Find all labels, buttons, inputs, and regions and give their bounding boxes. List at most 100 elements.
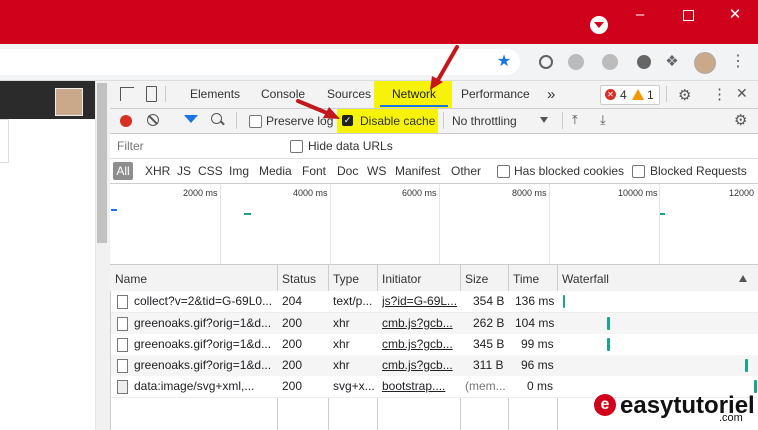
- extension-circle-icon[interactable]: [634, 52, 654, 72]
- has-blocked-cookies-label: Has blocked cookies: [514, 164, 625, 178]
- tab-sources[interactable]: Sources: [327, 81, 371, 108]
- request-name[interactable]: data:image/svg+xml,...: [134, 376, 276, 397]
- browser-menu-icon[interactable]: ⋮: [728, 52, 748, 72]
- column-header-status[interactable]: Status: [282, 272, 316, 286]
- column-header-size[interactable]: Size: [465, 272, 488, 286]
- disable-cache-label: Disable cache: [360, 114, 436, 128]
- preserve-log-checkbox[interactable]: [249, 115, 262, 128]
- extensions-puzzle-icon[interactable]: ❖: [662, 52, 682, 72]
- type-filter-manifest[interactable]: Manifest: [395, 164, 440, 178]
- profile-menu-icon[interactable]: [590, 16, 608, 34]
- scrollbar-thumb[interactable]: [97, 83, 107, 243]
- blocked-requests-label: Blocked Requests: [650, 164, 747, 178]
- timeline-tick-label: 6000 ms: [402, 188, 437, 198]
- column-header-time[interactable]: Time: [513, 272, 539, 286]
- filter-icon[interactable]: [184, 115, 198, 123]
- extension-s2-icon[interactable]: [600, 52, 620, 72]
- request-type: xhr: [333, 316, 350, 330]
- type-filter-doc[interactable]: Doc: [337, 164, 358, 178]
- request-size: 354 B: [473, 294, 505, 308]
- type-filter-all[interactable]: All: [113, 162, 133, 180]
- extension-icon[interactable]: [536, 52, 556, 72]
- inspect-element-icon[interactable]: [120, 87, 134, 101]
- export-har-icon[interactable]: ⤓: [600, 112, 606, 128]
- request-size: 311 B: [473, 358, 504, 372]
- request-time: 99 ms: [521, 337, 554, 351]
- tab-elements[interactable]: Elements: [190, 81, 240, 108]
- network-settings-icon[interactable]: ⚙: [734, 111, 747, 129]
- timeline-gridline: [330, 184, 331, 264]
- devtools-menu-icon[interactable]: ⋮: [712, 85, 727, 103]
- document-icon: [117, 380, 128, 394]
- bookmark-star-icon[interactable]: ★: [494, 52, 514, 72]
- column-header-initiator[interactable]: Initiator: [382, 272, 421, 286]
- hide-data-urls-label: Hide data URLs: [308, 139, 393, 153]
- request-status: 204: [282, 294, 303, 308]
- warning-count: 1: [647, 88, 654, 102]
- column-header-name[interactable]: Name: [115, 272, 147, 286]
- page-avatar[interactable]: [55, 88, 83, 116]
- hide-data-urls-checkbox[interactable]: [290, 140, 303, 153]
- request-initiator[interactable]: bootstrap....: [382, 376, 458, 397]
- has-blocked-cookies-checkbox[interactable]: [497, 165, 510, 178]
- request-time: 136 ms: [515, 294, 555, 308]
- divider: [165, 86, 166, 102]
- more-tabs-icon[interactable]: »: [547, 81, 555, 108]
- device-toolbar-icon[interactable]: [146, 86, 157, 102]
- error-icon: ✕: [605, 89, 616, 100]
- tab-performance[interactable]: Performance: [461, 81, 530, 108]
- import-har-icon[interactable]: ⤒: [572, 112, 578, 128]
- request-size: 262 B: [473, 316, 505, 330]
- request-status: 200: [282, 316, 303, 330]
- request-initiator[interactable]: cmb.js?gcb...: [382, 334, 458, 355]
- request-name[interactable]: greenoaks.gif?orig=1&d...: [134, 355, 276, 376]
- document-icon: [117, 317, 128, 331]
- type-filter-img[interactable]: Img: [229, 164, 249, 178]
- timeline-gridline: [549, 184, 550, 264]
- request-initiator[interactable]: js?id=G-69L...: [382, 291, 458, 312]
- timeline-tick-label: 2000 ms: [183, 188, 218, 198]
- minimize-icon[interactable]: –: [620, 0, 660, 30]
- type-filter-other[interactable]: Other: [451, 164, 481, 178]
- request-initiator[interactable]: cmb.js?gcb...: [382, 355, 458, 376]
- tab-console[interactable]: Console: [261, 81, 305, 108]
- request-type: svg+x...: [333, 379, 375, 393]
- search-icon[interactable]: [211, 113, 225, 126]
- record-icon[interactable]: [120, 115, 132, 127]
- avatar[interactable]: [694, 52, 716, 74]
- request-initiator[interactable]: cmb.js?gcb...: [382, 313, 458, 334]
- column-header-waterfall[interactable]: Waterfall: [562, 272, 609, 286]
- devtools-settings-icon[interactable]: ⚙: [678, 86, 691, 104]
- blocked-requests-checkbox[interactable]: [632, 165, 645, 178]
- preserve-log-label: Preserve log: [266, 114, 334, 128]
- request-name[interactable]: greenoaks.gif?orig=1&d...: [134, 334, 276, 355]
- clear-icon[interactable]: [147, 114, 159, 126]
- requests-table-header: [110, 265, 758, 292]
- sort-ascending-icon[interactable]: [739, 275, 747, 282]
- request-type: xhr: [333, 337, 350, 351]
- timeline-tick-label: 12000: [729, 188, 755, 198]
- request-time: 104 ms: [515, 316, 555, 330]
- close-window-icon[interactable]: ✕: [715, 0, 755, 30]
- request-name[interactable]: greenoaks.gif?orig=1&d...: [134, 313, 276, 334]
- network-tab-underline: [380, 105, 448, 107]
- type-filter-js[interactable]: JS: [177, 164, 191, 178]
- close-devtools-icon[interactable]: ✕: [736, 85, 748, 102]
- type-filter-xhr[interactable]: XHR: [145, 164, 170, 178]
- filter-input[interactable]: [113, 137, 273, 154]
- type-filter-ws[interactable]: WS: [367, 164, 386, 178]
- issues-counter[interactable]: ✕ 4 1: [600, 85, 660, 105]
- request-name[interactable]: collect?v=2&tid=G-69L0...: [134, 291, 276, 312]
- tab-network[interactable]: Network: [392, 81, 436, 108]
- watermark-logo-icon: e: [594, 394, 616, 416]
- column-header-type[interactable]: Type: [333, 272, 359, 286]
- type-filter-media[interactable]: Media: [259, 164, 292, 178]
- extension-s-icon[interactable]: [566, 52, 586, 72]
- type-filter-css[interactable]: CSS: [198, 164, 223, 178]
- request-status: 200: [282, 379, 303, 393]
- disable-cache-checkbox[interactable]: ✓: [342, 115, 353, 126]
- chevron-down-icon[interactable]: [540, 117, 548, 123]
- address-bar[interactable]: [0, 49, 520, 75]
- throttling-select[interactable]: No throttling: [452, 114, 517, 128]
- type-filter-font[interactable]: Font: [302, 164, 326, 178]
